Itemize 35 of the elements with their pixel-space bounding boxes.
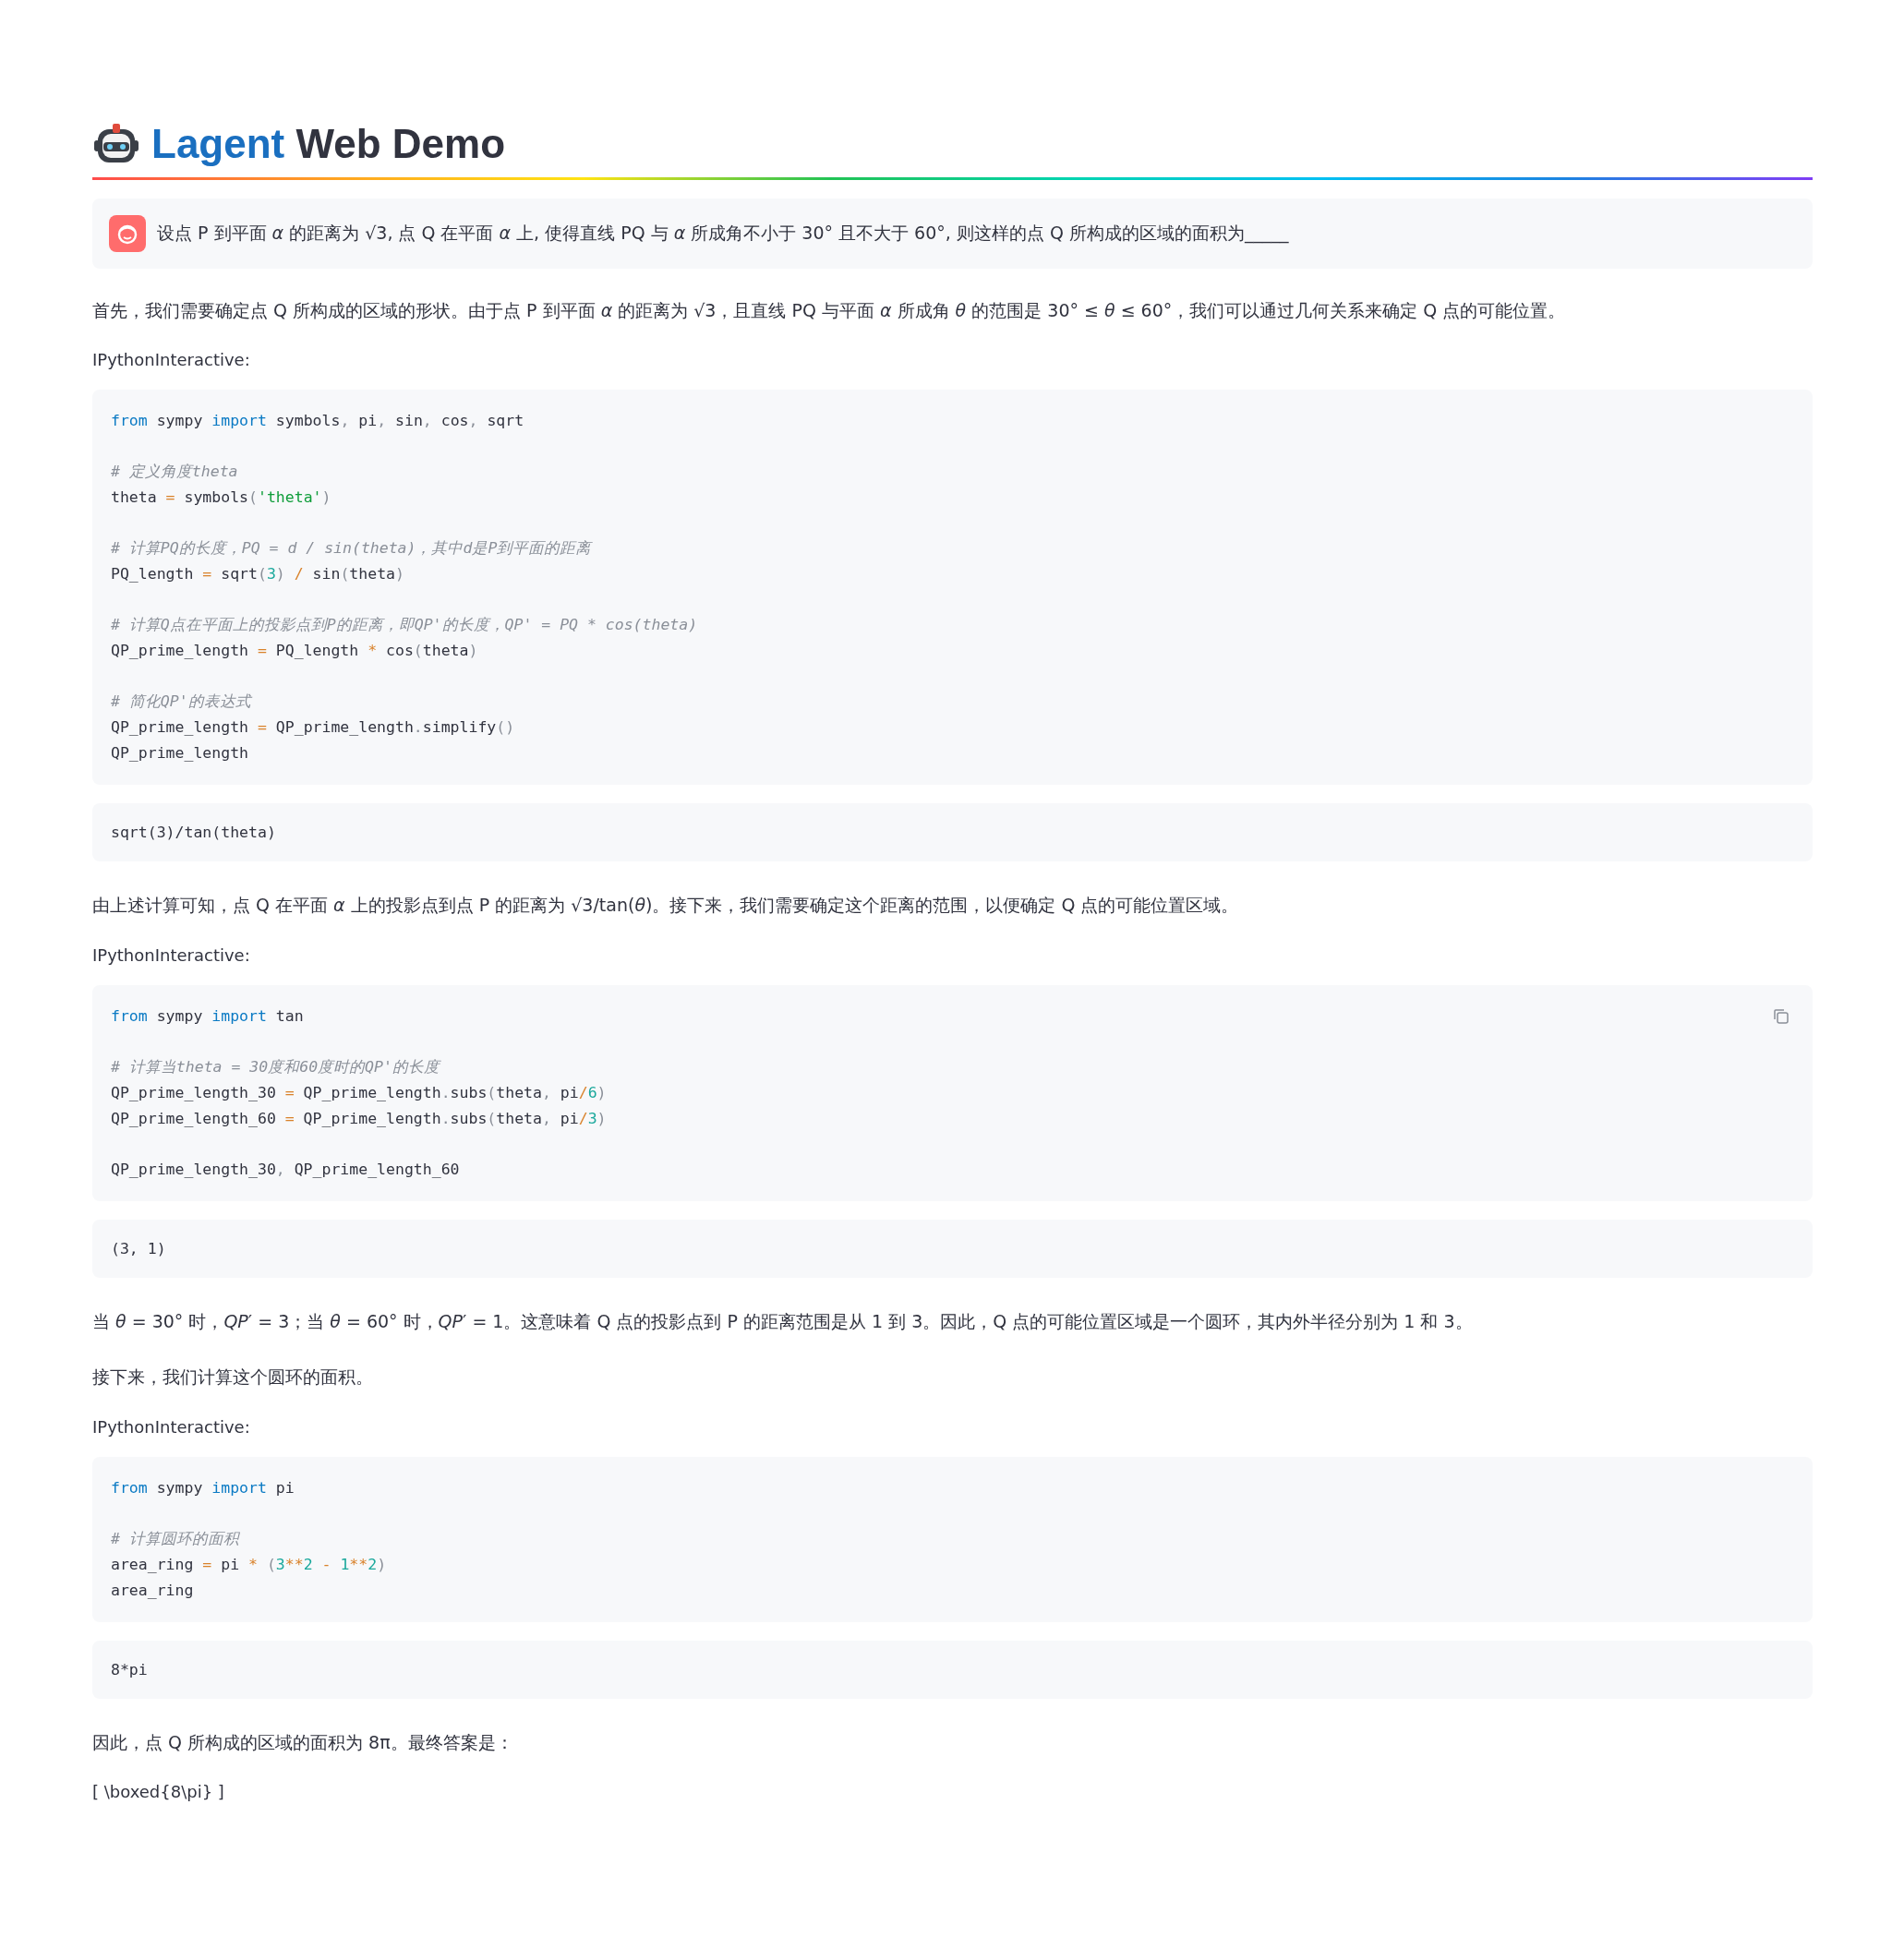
code-line: from sympy import pi: [111, 1477, 295, 1498]
code-line: # 定义角度theta: [111, 462, 238, 483]
code-line: QP_prime_length = PQ_length * cos(theta): [111, 641, 478, 662]
tool-label: IPythonInteractive:: [92, 350, 251, 370]
copy-icon[interactable]: [1772, 1006, 1790, 1026]
tool-label: IPythonInteractive:: [92, 944, 251, 965]
code-line: area_ring = pi * (3**2 - 1**2): [111, 1554, 387, 1575]
code-line: from sympy import tan: [111, 1005, 304, 1027]
user-avatar-icon: [109, 215, 146, 252]
code-line: from sympy import symbols, pi, sin, cos, sqrt: [111, 411, 524, 432]
code-line: # 简化QP'的表达式: [111, 692, 251, 713]
code-output: (3, 1): [92, 1219, 1813, 1278]
answer-paragraph: 由上述计算可知，点 Q 在平面 α 上的投影点到点 P 的距离为 √3/tan(θ)。接下来，我们需要确定这个距离的范围，以便确定 Q 点的可能位置区域。: [92, 894, 1240, 918]
code-line: # 计算圆环的面积: [111, 1528, 239, 1549]
code-line: PQ_length = sqrt(3) / sin(theta): [111, 564, 404, 585]
code-line: QP_prime_length: [111, 743, 248, 764]
code-line: QP_prime_length_30 = QP_prime_length.subs(theta, pi/6): [111, 1082, 607, 1103]
code-line: # 计算当theta = 30度和60度时的QP'的长度: [111, 1056, 440, 1077]
code-output: 8*pi: [92, 1640, 1813, 1699]
code-line: area_ring: [111, 1580, 194, 1601]
code-line: # 计算PQ的长度，PQ = d / sin(theta)，其中d是P到平面的距离: [111, 538, 592, 559]
answer-paragraph: 接下来，我们计算这个圆环的面积。: [92, 1366, 374, 1390]
code-line: QP_prime_length = QP_prime_length.simplify(): [111, 717, 515, 739]
code-output: sqrt(3)/tan(theta): [92, 803, 1813, 862]
code-line: theta = symbols('theta'): [111, 487, 331, 509]
answer-paragraph: 当 θ = 30° 时，QP′ = 3；当 θ = 60° 时，QP′ = 1。这意味着 Q 点的投影点到 P 的距离范围是从 1 到 3。因此，Q 点的可能位置区域是一个圆环，其内外半径分别为 1 和 3。: [92, 1309, 1474, 1333]
code-line: # 计算Q点在平面上的投影点到P的距离，即QP'的长度，QP' = PQ * cos(theta): [111, 615, 698, 636]
answer-paragraph: 因此，点 Q 所构成的区域的面积为 8π。最终答案是：: [92, 1730, 514, 1754]
question-text: 设点 P 到平面 α 的距离为 √3, 点 Q 在平面 α 上, 使得直线 PQ 与 α 所成角不小于 30° 且不大于 60°, 则这样的点 Q 所构成的区域的面积为_____: [157, 222, 1289, 246]
tool-label: [ \boxed{8\pi} ]: [92, 1781, 225, 1801]
app-title: Lagent Web Demo: [151, 121, 506, 167]
code-line: QP_prime_length_30, QP_prime_length_60: [111, 1159, 460, 1180]
answer-paragraph: 首先，我们需要确定点 Q 所构成的区域的形状。由于点 P 到平面 α 的距离为 √3，且直线 PQ 与平面 α 所成角 θ 的范围是 30° ≤ θ ≤ 60°，我们可以通过几何关系来确定 Q 点的可能位置。: [92, 299, 1567, 322]
tool-label: IPythonInteractive:: [92, 1416, 251, 1437]
code-line: QP_prime_length_60 = QP_prime_length.subs(theta, pi/3): [111, 1108, 607, 1129]
